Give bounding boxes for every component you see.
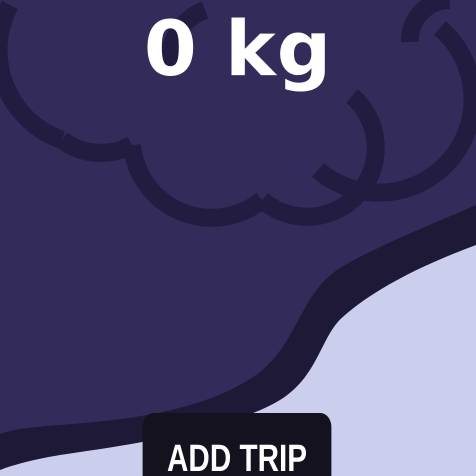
app-screen: 0 kg ADD TRIP <box>0 0 476 476</box>
add-trip-button[interactable]: ADD TRIP <box>142 413 332 476</box>
total-weight-value: 0 kg <box>143 4 333 93</box>
